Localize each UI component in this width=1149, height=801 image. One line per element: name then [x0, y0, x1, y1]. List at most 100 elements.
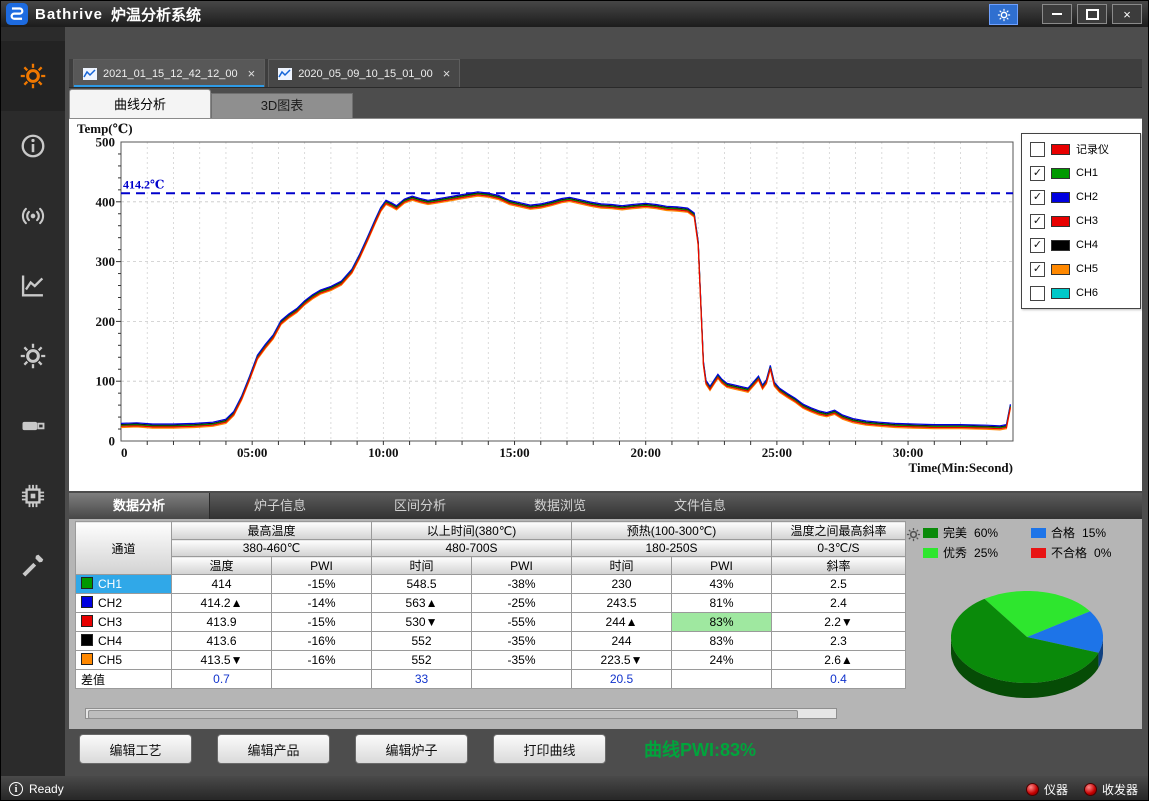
- pie-legend-value: 15%: [1082, 526, 1106, 540]
- svg-text:200: 200: [96, 314, 116, 329]
- sidebar-item-signal[interactable]: [1, 181, 65, 251]
- sidebar-item-tools[interactable]: [1, 531, 65, 601]
- series-CH3: [121, 195, 1010, 429]
- transceiver-status[interactable]: 收发器: [1084, 781, 1138, 798]
- pie-legend-item: 合格15%: [1031, 524, 1139, 541]
- legend-label: CH6: [1076, 287, 1098, 299]
- print-curve-button[interactable]: 打印曲线: [493, 734, 606, 764]
- edit-process-button[interactable]: 编辑工艺: [79, 734, 192, 764]
- table-row: CH4413.6-16%552-35%24483%2.3: [76, 632, 906, 651]
- sidebar-item-device[interactable]: [1, 391, 65, 461]
- table-header-cell: 最高温度: [172, 522, 372, 540]
- bottom-tab[interactable]: 区间分析: [350, 493, 490, 519]
- checkbox-icon[interactable]: [1030, 142, 1045, 157]
- document-tab-label: 2021_01_15_12_42_12_00: [103, 68, 238, 80]
- titlebar-settings-button[interactable]: [989, 4, 1018, 25]
- series-color-swatch: [1051, 216, 1070, 227]
- legend-item[interactable]: ✓ CH3: [1022, 209, 1140, 233]
- series-color-swatch: [1051, 168, 1070, 179]
- table-cell: 413.6: [172, 632, 272, 651]
- table-cell: 530▼: [372, 613, 472, 632]
- table-cell: 413.5▼: [172, 651, 272, 670]
- sidebar-item-info[interactable]: [1, 111, 65, 181]
- legend-item[interactable]: ✓CH1: [1022, 161, 1140, 185]
- bottom-tab[interactable]: 数据浏览: [490, 493, 630, 519]
- maximize-button[interactable]: [1077, 4, 1107, 24]
- table-cell: 24%: [672, 651, 772, 670]
- scrollbar-thumb[interactable]: [88, 710, 798, 719]
- checkbox-icon[interactable]: ✓: [1030, 214, 1045, 229]
- table-cell: -35%: [472, 632, 572, 651]
- chip-icon: [19, 482, 47, 510]
- table-cell: 552: [372, 632, 472, 651]
- sidebar-item-control[interactable]: [1, 41, 65, 111]
- bottom-tab[interactable]: 数据分析: [69, 493, 210, 519]
- sidebar: [1, 27, 65, 776]
- channel-cell[interactable]: 差值: [76, 670, 172, 689]
- channel-cell[interactable]: CH5: [76, 651, 172, 670]
- edit-product-button[interactable]: 编辑产品: [217, 734, 330, 764]
- sidebar-item-chip[interactable]: [1, 461, 65, 531]
- svg-text:0: 0: [121, 445, 128, 460]
- document-tab[interactable]: 2021_01_15_12_42_12_00 ×: [73, 59, 265, 87]
- table-cell: 413.9: [172, 613, 272, 632]
- close-button[interactable]: ×: [1112, 4, 1142, 24]
- channel-cell[interactable]: CH4: [76, 632, 172, 651]
- chart-panel: 5004003002001000005:0010:0015:0020:0025:…: [69, 118, 1142, 491]
- legend-item[interactable]: ✓CH2: [1022, 185, 1140, 209]
- gear-icon: [997, 8, 1011, 22]
- table-cell: -35%: [472, 651, 572, 670]
- checkbox-icon[interactable]: [1030, 286, 1045, 301]
- legend-item[interactable]: CH6: [1022, 281, 1140, 305]
- instrument-label: 仪器: [1044, 781, 1068, 798]
- table-cell: -16%: [272, 632, 372, 651]
- legend-item[interactable]: 记录仪: [1022, 137, 1140, 161]
- series-color-swatch: [1051, 240, 1070, 251]
- checkbox-icon[interactable]: ✓: [1030, 262, 1045, 277]
- bottom-tab[interactable]: 炉子信息: [210, 493, 350, 519]
- legend-label: CH3: [1076, 215, 1098, 227]
- checkbox-icon[interactable]: ✓: [1030, 238, 1045, 253]
- table-header-cell: 斜率: [772, 557, 906, 575]
- table-cell: 414.2▲: [172, 594, 272, 613]
- instrument-status[interactable]: 仪器: [1026, 781, 1068, 798]
- checkbox-icon[interactable]: ✓: [1030, 166, 1045, 181]
- table-header-cell: 480-700S: [372, 540, 572, 557]
- legend-item[interactable]: ✓CH4: [1022, 233, 1140, 257]
- reference-line-label: 414.2℃: [123, 177, 164, 191]
- series-color-swatch: [1051, 264, 1070, 275]
- table-header-cell: 180-250S: [572, 540, 772, 557]
- horizontal-scrollbar[interactable]: [85, 708, 837, 719]
- minimize-button[interactable]: [1042, 4, 1072, 24]
- temperature-chart: 5004003002001000005:0010:0015:0020:0025:…: [69, 119, 1142, 491]
- channel-cell[interactable]: CH1: [76, 575, 172, 594]
- legend-item[interactable]: ✓CH5: [1022, 257, 1140, 281]
- tab-3d-chart[interactable]: 3D图表: [211, 93, 353, 118]
- edit-furnace-button[interactable]: 编辑炉子: [355, 734, 468, 764]
- bottom-tab[interactable]: 文件信息: [630, 493, 770, 519]
- table-row: CH3413.9-15%530▼-55%244▲83%2.2▼: [76, 613, 906, 632]
- pie-legend: 完美60%合格15%优秀25%不合格0%: [923, 524, 1139, 561]
- table-cell: 230: [572, 575, 672, 594]
- sidebar-item-curve[interactable]: [1, 251, 65, 321]
- series-color-swatch: [1051, 288, 1070, 299]
- table-header-cell: 温度之间最高斜率: [772, 522, 906, 540]
- pie-legend-value: 60%: [974, 526, 998, 540]
- pie-color-swatch: [1031, 548, 1046, 558]
- channel-cell[interactable]: CH3: [76, 613, 172, 632]
- series-color-swatch: [1051, 192, 1070, 203]
- checkbox-icon[interactable]: ✓: [1030, 190, 1045, 205]
- series-color-swatch: [1051, 144, 1070, 155]
- sidebar-item-settings[interactable]: [1, 321, 65, 391]
- curve-tab-icon: [83, 68, 97, 80]
- tab-close-icon[interactable]: ×: [248, 66, 256, 81]
- pie-color-swatch: [923, 548, 938, 558]
- pie-settings-gear-icon[interactable]: [906, 527, 921, 542]
- status-text: Ready: [29, 782, 64, 796]
- table-row: 差值0.73320.50.4: [76, 670, 906, 689]
- channel-cell[interactable]: CH2: [76, 594, 172, 613]
- series-CH1: [121, 194, 1010, 428]
- document-tab[interactable]: 2020_05_09_10_15_01_00×: [268, 59, 460, 87]
- tab-close-icon[interactable]: ×: [443, 66, 451, 81]
- tab-curve-analysis[interactable]: 曲线分析: [69, 89, 211, 118]
